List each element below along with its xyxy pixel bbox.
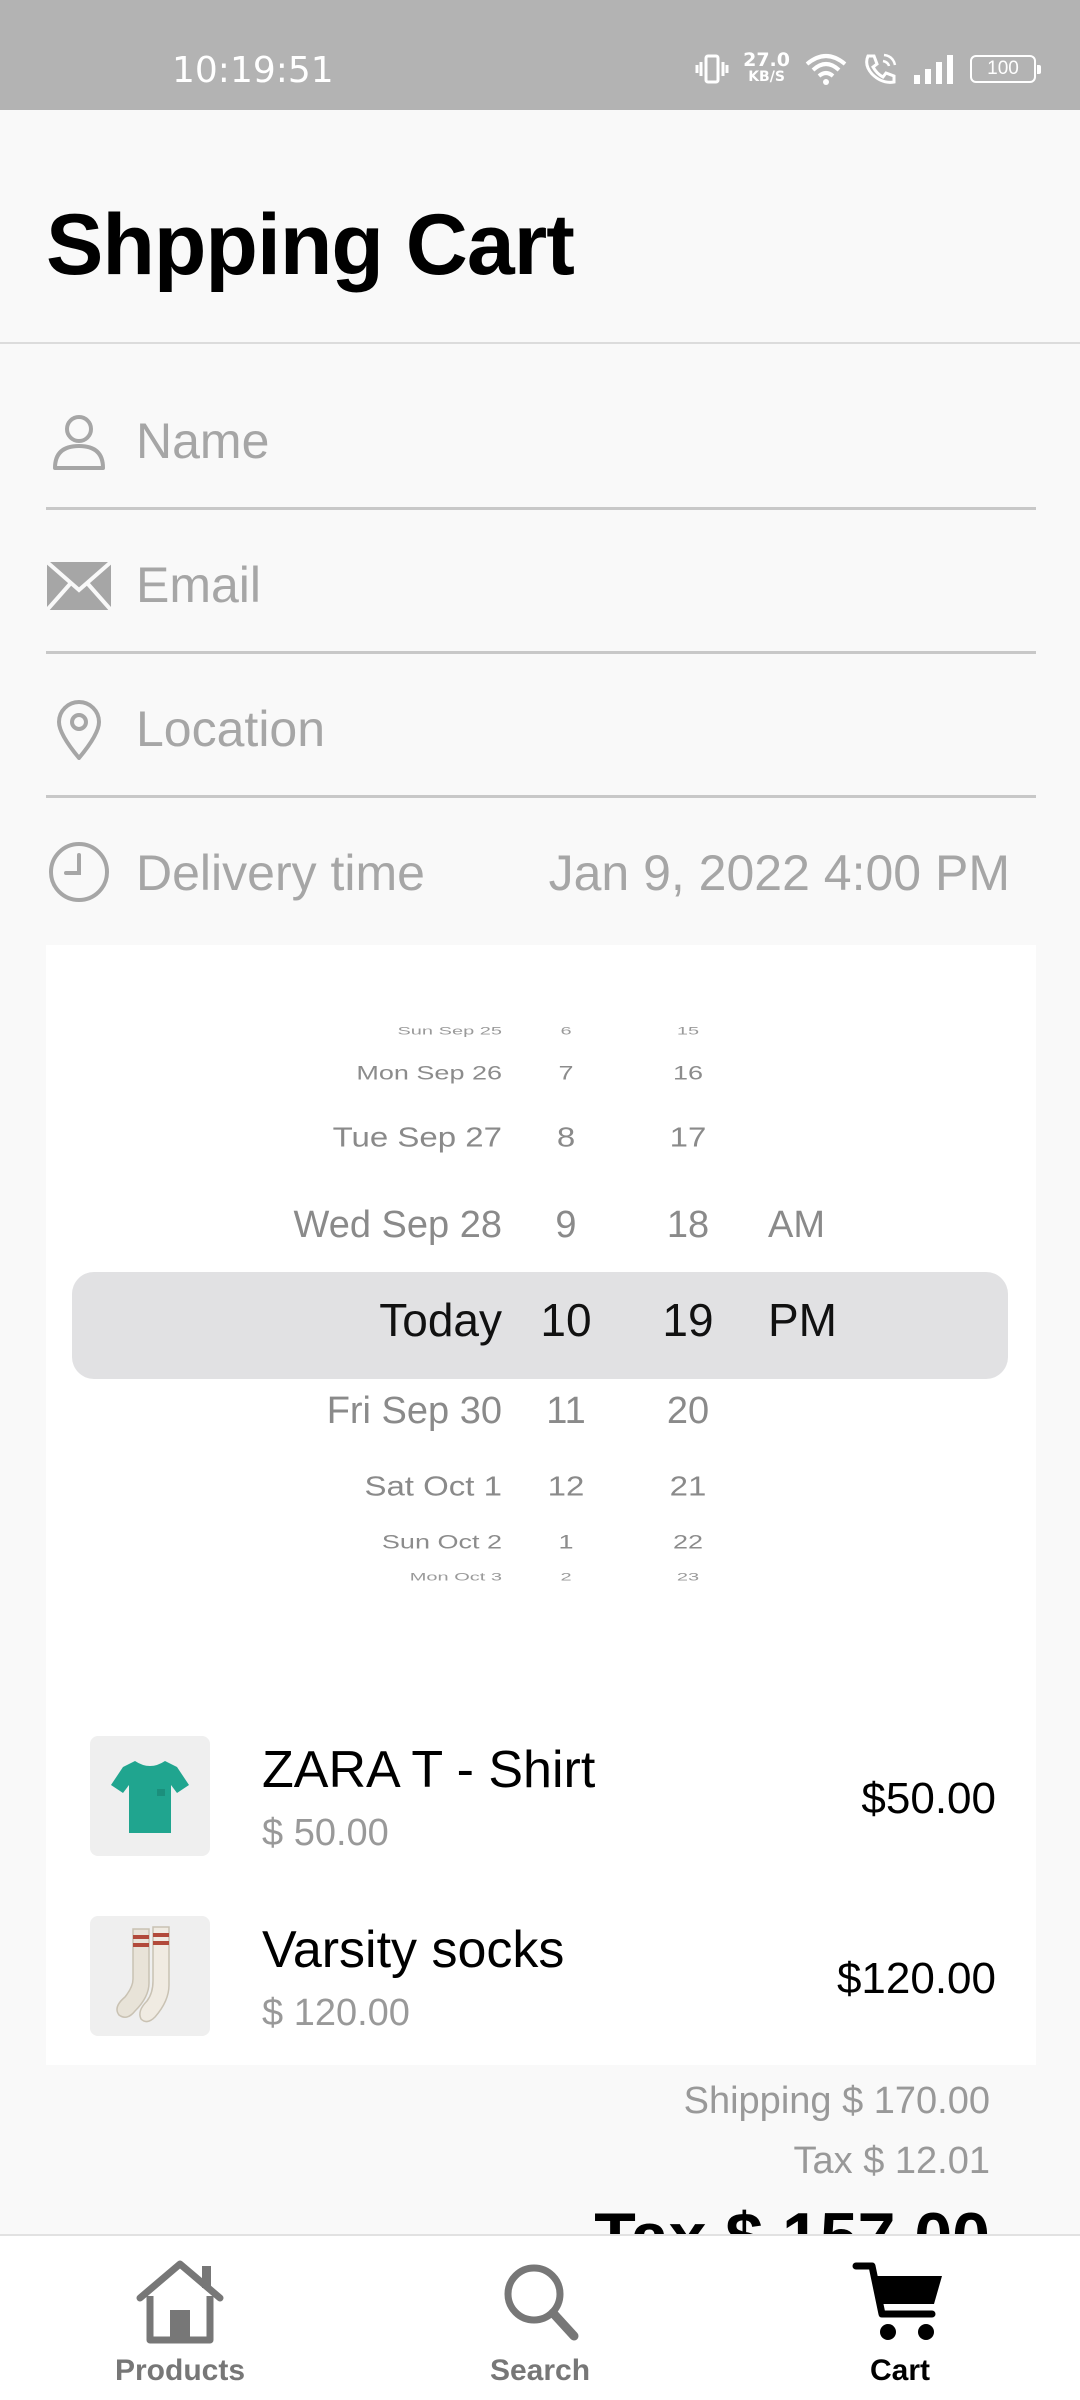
picker-hour: 10	[540, 1294, 592, 1346]
picker-minute: 20	[666, 1390, 710, 1432]
picker-date: Sun Sep 25	[397, 1025, 502, 1038]
picker-hour: 11	[546, 1390, 586, 1432]
status-time: 10:19:51	[172, 50, 334, 91]
wifi-icon	[805, 54, 847, 85]
picker-minute: 17	[669, 1121, 707, 1153]
picker-row[interactable]: Mon Sep 26 7 16	[46, 1062, 1036, 1105]
tab-label: Cart	[869, 2354, 930, 2387]
picker-date: Sat Oct 1	[364, 1470, 502, 1502]
mail-icon	[46, 560, 112, 612]
picker-minute: 22	[672, 1531, 704, 1553]
name-field-row	[46, 366, 1036, 510]
tab-label: Search	[489, 2354, 591, 2387]
battery-icon: 100	[970, 55, 1041, 83]
item-total: $50.00	[861, 1774, 996, 1823]
picker-row[interactable]: Mon Oct 3 2 23	[46, 1571, 1036, 1604]
tab-products[interactable]: Products	[80, 2236, 280, 2400]
delivery-time-value[interactable]: Jan 9, 2022 4:00 PM	[549, 844, 1010, 902]
tab-search[interactable]: Search	[440, 2236, 640, 2400]
cart-item[interactable]: ZARA T - Shirt $ 50.00 $50.00	[90, 1736, 996, 1896]
picker-row[interactable]: Fri Sep 30 11 20	[46, 1390, 1036, 1450]
email-input[interactable]	[136, 540, 1016, 630]
shipping-total: Shipping $ 170.00	[683, 2080, 990, 2122]
picker-row-selected[interactable]: Today 10 19 PM	[46, 1293, 1036, 1353]
picker-hour: 12	[547, 1470, 585, 1502]
picker-minute: 15	[676, 1025, 700, 1038]
green-tshirt-image	[90, 1736, 210, 1856]
picker-minute: 18	[666, 1204, 710, 1246]
delivery-time-label: Delivery time	[136, 845, 425, 901]
status-icons: 27.0 KB/S 100	[695, 49, 1041, 86]
location-input[interactable]	[136, 684, 1016, 774]
tax-total: Tax $ 12.01	[793, 2140, 990, 2182]
user-icon	[53, 415, 105, 470]
picker-row[interactable]: Sun Oct 2 1 22	[46, 1531, 1036, 1574]
picker-minute: 16	[672, 1062, 704, 1084]
status-bar: 10:19:51 27.0 KB/S 100	[0, 0, 1080, 110]
picker-date: Today	[379, 1294, 502, 1346]
date-time-picker[interactable]: Sun Sep 25 6 15 Mon Sep 26 7 16 Tue Sep 27 8 17 W…	[46, 945, 1036, 1655]
picker-date: Fri Sep 30	[326, 1390, 502, 1432]
cart-item[interactable]: Varsity socks $ 120.00 $120.00	[90, 1916, 996, 2076]
picker-ampm: AM	[768, 1204, 825, 1246]
search-icon	[504, 2264, 579, 2341]
bottom-tab-bar: Products Search Cart	[0, 2234, 1080, 2400]
signal-icon	[914, 55, 953, 84]
picker-ampm: PM	[768, 1294, 837, 1346]
picker-row[interactable]: Sat Oct 1 12 21	[46, 1470, 1036, 1521]
item-name: Varsity socks	[262, 1921, 565, 1979]
location-field-row	[46, 654, 1036, 798]
name-input[interactable]	[136, 396, 1016, 486]
home-icon	[136, 2260, 224, 2344]
picker-date: Mon Sep 26	[356, 1062, 502, 1084]
picker-date: Wed Sep 28	[293, 1204, 502, 1246]
picker-date: Sun Oct 2	[381, 1531, 502, 1553]
location-pin-icon	[57, 700, 101, 760]
picker-row[interactable]: Tue Sep 27 8 17	[46, 1121, 1036, 1172]
cart-icon	[852, 2262, 942, 2340]
call-icon	[865, 53, 897, 84]
item-unit-price: $ 120.00	[262, 1992, 410, 2034]
page-title: Shpping Cart	[46, 197, 575, 293]
picker-hour: 7	[558, 1062, 574, 1084]
picker-minute: 21	[669, 1470, 707, 1502]
picker-date: Tue Sep 27	[332, 1121, 502, 1153]
vibrate-icon	[695, 54, 729, 84]
picker-hour: 2	[560, 1571, 572, 1584]
picker-hour: 8	[556, 1121, 576, 1153]
picker-row[interactable]: Wed Sep 28 9 18 AM	[46, 1204, 1036, 1264]
delivery-time-row[interactable]: Delivery time Jan 9, 2022 4:00 PM	[46, 800, 1036, 940]
cart-card: Sun Sep 25 6 15 Mon Sep 26 7 16 Tue Sep 27 8 17 W…	[46, 945, 1036, 2065]
picker-hour: 9	[555, 1204, 577, 1246]
picker-hour: 6	[560, 1025, 572, 1038]
tab-label: Products	[114, 2354, 246, 2387]
network-speed: 27.0 KB/S	[743, 49, 790, 86]
item-total: $120.00	[836, 1954, 996, 2003]
picker-date: Mon Oct 3	[409, 1571, 502, 1584]
email-field-row	[46, 510, 1036, 654]
clock-icon	[49, 842, 109, 902]
item-unit-price: $ 50.00	[262, 1812, 389, 1854]
picker-minute: 23	[676, 1571, 700, 1584]
picker-minute: 19	[662, 1294, 714, 1346]
socks-image	[90, 1916, 210, 2036]
picker-hour: 1	[558, 1531, 574, 1553]
item-name: ZARA T - Shirt	[262, 1741, 596, 1799]
picker-row[interactable]: Sun Sep 25 6 15	[46, 1025, 1036, 1058]
tab-cart[interactable]: Cart	[800, 2236, 1000, 2400]
divider	[0, 342, 1080, 344]
